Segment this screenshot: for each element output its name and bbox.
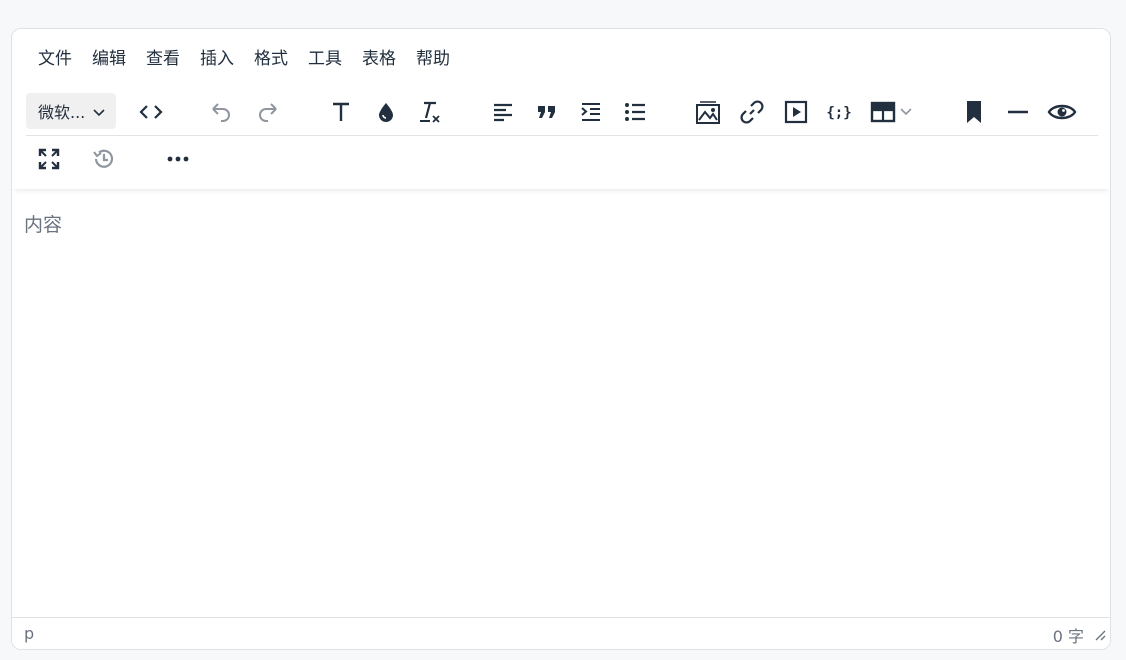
undo-icon: [209, 100, 233, 124]
media-icon: [784, 100, 808, 124]
more-icon: [167, 156, 189, 162]
content-placeholder: 内容: [24, 214, 63, 236]
eye-icon: [1047, 102, 1077, 122]
menu-help[interactable]: 帮助: [406, 43, 460, 75]
rich-text-editor: 文件 编辑 查看 插入 格式 工具 表格 帮助 微软... {;} 内容 p 0…: [11, 28, 1111, 650]
chevron-down-icon: [900, 108, 912, 116]
menu-edit[interactable]: 编辑: [82, 43, 136, 75]
indent-button[interactable]: [576, 95, 606, 129]
font-family-select[interactable]: 微软...: [26, 93, 116, 129]
undo-button[interactable]: [206, 95, 236, 129]
font-family-label: 微软...: [38, 103, 86, 122]
fullscreen-icon: [38, 148, 60, 170]
more-button[interactable]: [163, 142, 193, 176]
clear-format-button[interactable]: [415, 95, 445, 129]
source-code-button[interactable]: [136, 95, 166, 129]
source-code-icon: [139, 103, 163, 121]
text-color-icon: [376, 101, 396, 123]
align-left-icon: [492, 102, 514, 122]
horizontal-rule-icon: [1007, 109, 1029, 115]
editor-header: 文件 编辑 查看 插入 格式 工具 表格 帮助 微软... {;}: [12, 29, 1110, 189]
history-icon: [91, 146, 117, 172]
menu-format[interactable]: 格式: [244, 43, 298, 75]
menu-table[interactable]: 表格: [352, 43, 406, 75]
bullet-list-button[interactable]: [620, 95, 650, 129]
chevron-down-icon: [93, 102, 105, 121]
insert-image-button[interactable]: [693, 95, 723, 129]
bookmark-button[interactable]: [959, 95, 989, 129]
text-format-button[interactable]: [326, 95, 356, 129]
history-button[interactable]: [89, 142, 119, 176]
indent-icon: [580, 102, 602, 122]
code-sample-icon: {;}: [827, 102, 851, 122]
menu-insert[interactable]: 插入: [190, 43, 244, 75]
statusbar: p 0 字: [12, 617, 1110, 649]
blockquote-icon: [537, 104, 557, 120]
menu-tools[interactable]: 工具: [298, 43, 352, 75]
align-left-button[interactable]: [488, 95, 518, 129]
element-path[interactable]: p: [24, 624, 34, 643]
menu-file[interactable]: 文件: [28, 43, 82, 75]
resize-handle-icon[interactable]: [1094, 626, 1106, 645]
editor-content-area[interactable]: 内容: [12, 189, 1110, 617]
blockquote-button[interactable]: [532, 95, 562, 129]
toolbar-row-1: 微软... {;}: [26, 91, 1098, 136]
redo-button[interactable]: [253, 95, 283, 129]
svg-text:{;}: {;}: [827, 105, 851, 121]
bullet-list-icon: [624, 102, 646, 122]
insert-link-button[interactable]: [737, 95, 767, 129]
horizontal-rule-button[interactable]: [1003, 95, 1033, 129]
fullscreen-button[interactable]: [34, 142, 64, 176]
text-format-icon: [330, 101, 352, 123]
image-icon: [695, 99, 721, 125]
text-color-button[interactable]: [371, 95, 401, 129]
menubar: 文件 编辑 查看 插入 格式 工具 表格 帮助: [28, 43, 460, 75]
code-sample-button[interactable]: {;}: [824, 95, 854, 129]
menu-view[interactable]: 查看: [136, 43, 190, 75]
insert-table-button[interactable]: [866, 95, 916, 129]
link-icon: [740, 100, 764, 124]
preview-button[interactable]: [1045, 95, 1079, 129]
redo-icon: [256, 100, 280, 124]
toolbar-row-2: [26, 139, 1098, 179]
word-count[interactable]: 0 字: [1053, 623, 1084, 647]
clear-format-icon: [418, 100, 442, 124]
table-icon: [870, 101, 896, 123]
insert-media-button[interactable]: [781, 95, 811, 129]
bookmark-icon: [965, 100, 983, 124]
